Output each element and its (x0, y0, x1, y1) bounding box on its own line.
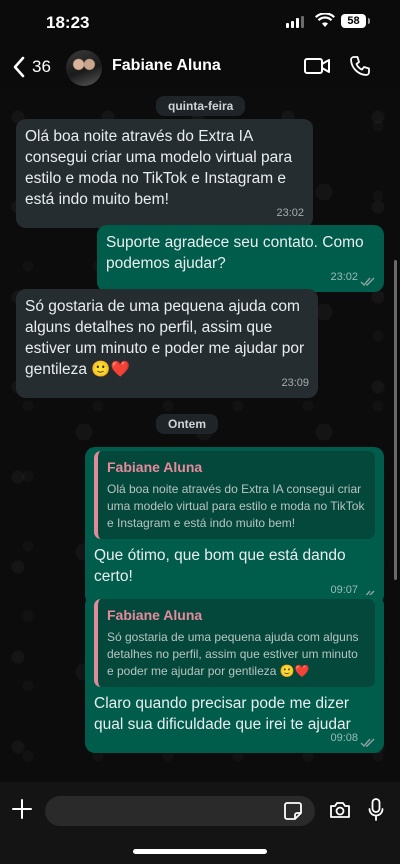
quote-author: Fabiane Aluna (107, 607, 203, 623)
scrollbar[interactable] (394, 260, 397, 580)
quoted-message[interactable]: Fabiane Aluna Só gostaria de uma pequena… (94, 599, 375, 687)
quote-author: Fabiane Aluna (107, 459, 203, 475)
unread-count[interactable]: 36 (32, 57, 51, 77)
message-text: Olá boa noite através do Extra IA conseg… (25, 128, 293, 208)
home-indicator (133, 849, 267, 854)
plus-icon[interactable] (12, 799, 32, 819)
sticker-icon[interactable] (283, 801, 303, 821)
message-outgoing-reply[interactable]: Fabiane Aluna Só gostaria de uma pequena… (85, 595, 384, 753)
message-input[interactable] (45, 796, 315, 826)
phone-icon[interactable] (349, 55, 371, 77)
microphone-icon[interactable] (368, 798, 384, 822)
message-incoming[interactable]: Olá boa noite através do Extra IA conseg… (16, 119, 313, 228)
message-outgoing[interactable]: Suporte agradece seu contato. Como podem… (97, 225, 384, 292)
clock: 18:23 (46, 13, 90, 32)
message-time: 23:09 (281, 377, 309, 389)
message-list[interactable]: quinta-feira Olá boa noite através do Ex… (0, 90, 400, 782)
quoted-message[interactable]: Fabiane Aluna Olá boa noite através do E… (94, 451, 375, 539)
message-outgoing-reply[interactable]: Fabiane Aluna Olá boa noite através do E… (85, 447, 384, 605)
contact-name[interactable]: Fabiane Aluna (112, 57, 221, 75)
video-camera-icon[interactable] (304, 57, 330, 75)
message-incoming[interactable]: Só gostaria de uma pequena ajuda com alg… (16, 289, 318, 398)
quote-text: Olá boa noite através do Extra IA conseg… (107, 482, 365, 530)
message-time: 23:02 (276, 207, 304, 219)
chat-header: 36 Fabiane Aluna (0, 46, 400, 90)
message-time: 23:02 (330, 271, 358, 283)
status-bar: 18:23 58 (0, 0, 400, 46)
day-separator: quinta-feira (156, 96, 246, 116)
chevron-left-icon[interactable] (12, 56, 26, 78)
double-check-icon (360, 738, 375, 748)
camera-icon[interactable] (329, 801, 351, 819)
battery-icon: 58 (341, 14, 370, 28)
message-text: Só gostaria de uma pequena ajuda com alg… (25, 298, 305, 378)
wifi-icon (315, 13, 335, 27)
message-time: 09:08 (330, 732, 358, 744)
signal-icon (286, 16, 304, 28)
double-check-icon (360, 277, 375, 287)
quote-text: Só gostaria de uma pequena ajuda com alg… (107, 630, 359, 678)
avatar[interactable] (66, 50, 102, 86)
day-separator: Ontem (156, 414, 219, 434)
